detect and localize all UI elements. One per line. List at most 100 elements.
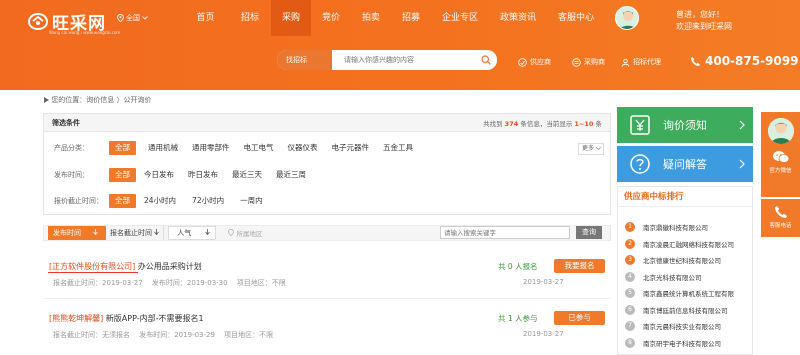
nav-sale[interactable]: 拍卖	[351, 0, 391, 36]
listing-name[interactable]: 新版APP-内部-不需要报名1	[106, 314, 204, 323]
buyer-icon	[572, 57, 581, 67]
sort-label: 报名截止时间	[110, 229, 152, 237]
listing-date: 2019-03-27	[523, 278, 564, 286]
filter-option[interactable]: 昨日发布	[182, 168, 224, 182]
site-logo[interactable]: 旺采网	[28, 10, 106, 34]
notice-card[interactable]: 询价须知	[617, 107, 753, 143]
quick-link-supplier[interactable]: 供应商	[518, 57, 551, 67]
listing-name[interactable]: 办公用品采购计划	[138, 262, 202, 271]
wechat-button[interactable]: 官方微信	[761, 150, 800, 174]
register-button[interactable]: 我要报名	[554, 259, 605, 273]
ranking-item[interactable]: 5 南京鑫晨统计算机系统工程有限	[625, 288, 734, 298]
sort-label: 发布时间	[53, 229, 81, 237]
search-button[interactable]	[475, 50, 497, 70]
nav-auction-bid[interactable]: 竞价	[311, 0, 351, 36]
nav-service[interactable]: 客服中心	[547, 0, 605, 36]
notice-label: 询价须知	[663, 119, 707, 132]
ranking-company[interactable]: 南京鼎徽科技有限公司	[643, 222, 708, 232]
count-mid: 条信息，当前显示	[520, 119, 573, 128]
joined-button[interactable]: 已参与	[554, 311, 605, 325]
ranking-company[interactable]: 南京凌晨汇融网络科技有限公司	[643, 239, 734, 249]
nav-home[interactable]: 首页	[182, 0, 229, 36]
agent-icon	[621, 58, 630, 67]
filter-option[interactable]: 五金工具	[377, 141, 419, 155]
filter-option[interactable]: 仪器仪表	[282, 141, 324, 155]
faq-card[interactable]: 疑问解答	[617, 146, 753, 182]
ranking-company[interactable]: 南京鑫晨统计算机系统工程有限	[643, 288, 734, 298]
filter-option[interactable]: 最近三周	[270, 168, 312, 182]
nav-enterprise[interactable]: 企业专区	[431, 0, 489, 36]
search-input[interactable]	[332, 50, 475, 70]
quick-link-buyer[interactable]: 采购商	[572, 57, 605, 67]
ranking-item[interactable]: 1 南京鼎徽科技有限公司	[625, 222, 708, 232]
ranking-company[interactable]: 北京德康世纪科技有限公司	[643, 255, 721, 265]
filter-option[interactable]: 全部	[109, 168, 136, 182]
filter-option[interactable]: 通用零部件	[186, 141, 236, 155]
ranking-company[interactable]: 南京博廷前信息科技有限公司	[643, 305, 728, 315]
ranking-company[interactable]: 南京研宇电子科技有限公司	[643, 338, 721, 348]
filter-row-publish: 发布时间： 全部 今日发布 昨日发布 最近三天 最近三周	[54, 168, 312, 182]
filter-option[interactable]: 72小时内	[186, 194, 230, 208]
hotline: 400-875-9099	[690, 54, 798, 68]
ranking-title: 供应商中标排行	[618, 187, 752, 207]
ranking-item[interactable]: 2 南京凌晨汇融网络科技有限公司	[625, 238, 734, 249]
region-filter[interactable]: 所属地区	[228, 228, 262, 238]
avatar[interactable]	[767, 118, 794, 144]
nav-procurement[interactable]: 采购	[271, 0, 311, 36]
ranking-number: 3	[625, 255, 635, 265]
nav-recruit[interactable]: 招募	[391, 0, 431, 36]
nav-bidding[interactable]: 招标	[229, 0, 271, 36]
ranking-item[interactable]: 7 南京元晨科技实业有限公司	[625, 321, 721, 331]
filter-option[interactable]: 全部	[109, 194, 136, 208]
wechat-label: 官方微信	[769, 168, 792, 174]
ranking-item[interactable]: 6 南京博廷前信息科技有限公司	[625, 304, 728, 315]
ranking-number: 5	[625, 288, 635, 298]
search-icon	[481, 55, 491, 65]
filter-option[interactable]: 电工电气	[238, 141, 280, 155]
filter-label: 产品分类：	[54, 144, 89, 152]
quick-link-label: 供应商	[530, 58, 551, 66]
greeting-welcome: 欢迎来到旺采网	[676, 22, 732, 31]
faq-icon	[630, 154, 650, 174]
filter-option[interactable]: 一周内	[234, 194, 269, 208]
region-label: 所属地区	[236, 230, 263, 238]
listing-count: 共 1 人参与	[498, 314, 538, 323]
filter-option[interactable]: 今日发布	[138, 168, 180, 182]
filter-option[interactable]: 最近三天	[226, 168, 268, 182]
site-header: 旺采网 Wang cai wang / www.wangcai.com 全国 首…	[0, 0, 800, 90]
sort-popularity[interactable]: 人气	[168, 226, 217, 240]
filter-title: 筛选条件	[52, 118, 80, 127]
listing-company[interactable]: [熊熊乾坤解馨]	[49, 314, 103, 323]
query-button[interactable]: 查询	[576, 226, 602, 239]
quick-link-agent[interactable]: 招标代理	[621, 57, 661, 67]
listing-company[interactable]: [正方软件股份有限公司]	[49, 262, 135, 271]
ranking-item[interactable]: 4 北京光科技有限公司	[625, 271, 702, 282]
notice-icon	[630, 115, 650, 135]
search-category[interactable]: 找招标	[277, 50, 332, 70]
listing-title[interactable]: [正方软件股份有限公司] 办公用品采购计划	[49, 261, 202, 272]
phone-button[interactable]: 客服电话	[761, 199, 800, 237]
sort-deadline[interactable]: 报名截止时间	[106, 226, 165, 240]
ranking-company[interactable]: 北京光科技有限公司	[643, 272, 702, 282]
arrow-down-icon	[205, 229, 211, 236]
nav-policy[interactable]: 政策资讯	[489, 0, 547, 36]
filter-option[interactable]: 全部	[109, 141, 136, 155]
avatar[interactable]	[615, 6, 639, 30]
ranking-item[interactable]: 8 南京研宇电子科技有限公司	[625, 337, 721, 348]
more-button[interactable]: 更多	[578, 143, 604, 155]
filter-label: 发布时间：	[54, 171, 89, 179]
quick-link-label: 招标代理	[633, 58, 661, 66]
ranking-number: 8	[625, 337, 635, 348]
ranking-company[interactable]: 南京元晨科技实业有限公司	[643, 321, 721, 331]
filter-header: 筛选条件 共找到 374 条信息，当前显示 1~10 条	[44, 114, 610, 132]
city-selector[interactable]: 全国	[117, 13, 148, 23]
keyword-input[interactable]	[440, 226, 570, 239]
filter-option[interactable]: 电子元器件	[326, 141, 376, 155]
sort-publish-time[interactable]: 发布时间	[48, 226, 106, 240]
supplier-icon	[518, 57, 527, 67]
filter-option[interactable]: 通用机械	[142, 141, 184, 155]
filter-option[interactable]: 24小时内	[138, 194, 182, 208]
ranking-item[interactable]: 3 北京德康世纪科技有限公司	[625, 255, 721, 265]
listing-title[interactable]: [熊熊乾坤解馨] 新版APP-内部-不需要报名1	[49, 313, 204, 324]
listing-meta: 报名截止时间：无须报名 发布时间：2019-03-29 项目地区：不限	[53, 331, 274, 339]
